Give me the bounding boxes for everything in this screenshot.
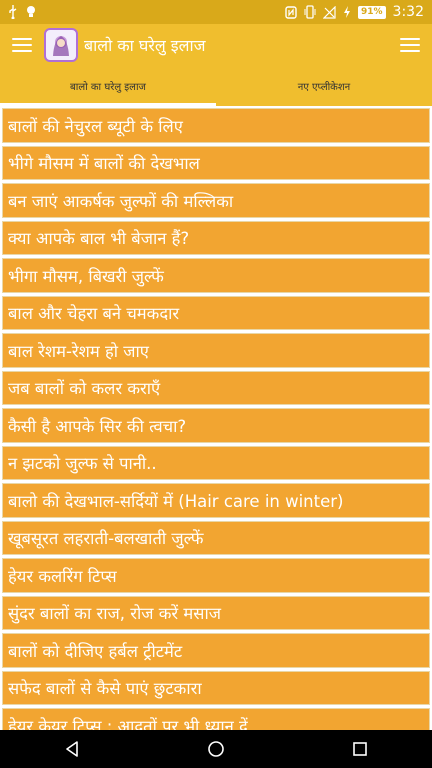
list-item[interactable]: हेयर केयर टिप्स : आदतों पर भी ध्यान दें <box>2 708 430 730</box>
list-item[interactable]: बाल और चेहरा बने चमकदार <box>2 295 430 330</box>
back-button[interactable] <box>42 730 102 768</box>
article-list[interactable]: बालों की नेचुरल ब्यूटी के लिए भीगे मौसम … <box>0 106 432 730</box>
list-item[interactable]: बन जाएं आकर्षक जुल्फों की मल्लिका <box>2 183 430 218</box>
menu-icon <box>400 38 420 52</box>
home-button[interactable] <box>186 730 246 768</box>
woman-hair-icon <box>53 36 69 56</box>
tab-new-applications[interactable]: नए एप्लीकेशन <box>216 66 432 106</box>
tab-label: नए एप्लीकेशन <box>297 82 351 93</box>
status-bar-left <box>0 5 36 19</box>
app-title: बालो का घरेलु इलाज <box>84 36 206 55</box>
recents-icon <box>353 742 367 756</box>
list-item[interactable]: बालो की देखभाल-सर्दियों में (Hair care i… <box>2 483 430 518</box>
tab-bar: बालो का घरेलु इलाज नए एप्लीकेशन <box>0 66 432 106</box>
list-item[interactable]: बालों को दीजिए हर्बल ट्रीटमेंट <box>2 633 430 668</box>
status-bar: 91% 3:32 <box>0 0 432 24</box>
battery-indicator: 91% <box>358 5 386 19</box>
system-nav-bar <box>0 730 432 768</box>
list-item[interactable]: बालों की नेचुरल ब्यूटी के लिए <box>2 108 430 143</box>
list-item[interactable]: भीगा मौसम, बिखरी जुल्फें <box>2 258 430 293</box>
overflow-menu-button[interactable] <box>388 24 432 66</box>
app-logo <box>44 28 78 62</box>
list-item[interactable]: सफेद बालों से कैसे पाएं छुटकारा <box>2 670 430 705</box>
no-sim-icon <box>323 5 336 19</box>
usb-icon <box>8 5 18 19</box>
list-item[interactable]: कैसी है आपके सिर की त्वचा? <box>2 408 430 443</box>
clock: 3:32 <box>392 4 424 20</box>
list-item[interactable]: हेयर कलरिंग टिप्स <box>2 558 430 593</box>
list-item[interactable]: खूबसूरत लहराती-बलखाती जुल्फें <box>2 520 430 555</box>
charging-icon <box>343 6 351 18</box>
nfc-icon <box>285 5 297 19</box>
list-item[interactable]: सुंदर बालों का राज, रोज करें मसाज <box>2 595 430 630</box>
list-item[interactable]: भीगे मौसम में बालों की देखभाल <box>2 145 430 180</box>
app-bar: बालो का घरेलु इलाज <box>0 24 432 66</box>
list-item[interactable]: न झटको जुल्फ से पानी.. <box>2 445 430 480</box>
hamburger-icon <box>12 38 32 52</box>
tab-label: बालो का घरेलु इलाज <box>70 82 146 93</box>
recents-button[interactable] <box>330 730 390 768</box>
back-icon <box>66 741 78 757</box>
list-item[interactable]: क्या आपके बाल भी बेजान हैं? <box>2 220 430 255</box>
list-item[interactable]: जब बालों को कलर कराएँ <box>2 370 430 405</box>
drawer-menu-button[interactable] <box>0 24 44 66</box>
tab-home-remedies[interactable]: बालो का घरेलु इलाज <box>0 66 216 106</box>
list-item[interactable]: बाल रेशम-रेशम हो जाए <box>2 333 430 368</box>
bulb-icon <box>26 5 36 19</box>
home-icon <box>208 741 224 757</box>
vibrate-icon <box>304 5 316 19</box>
status-bar-right: 91% 3:32 <box>285 4 432 20</box>
